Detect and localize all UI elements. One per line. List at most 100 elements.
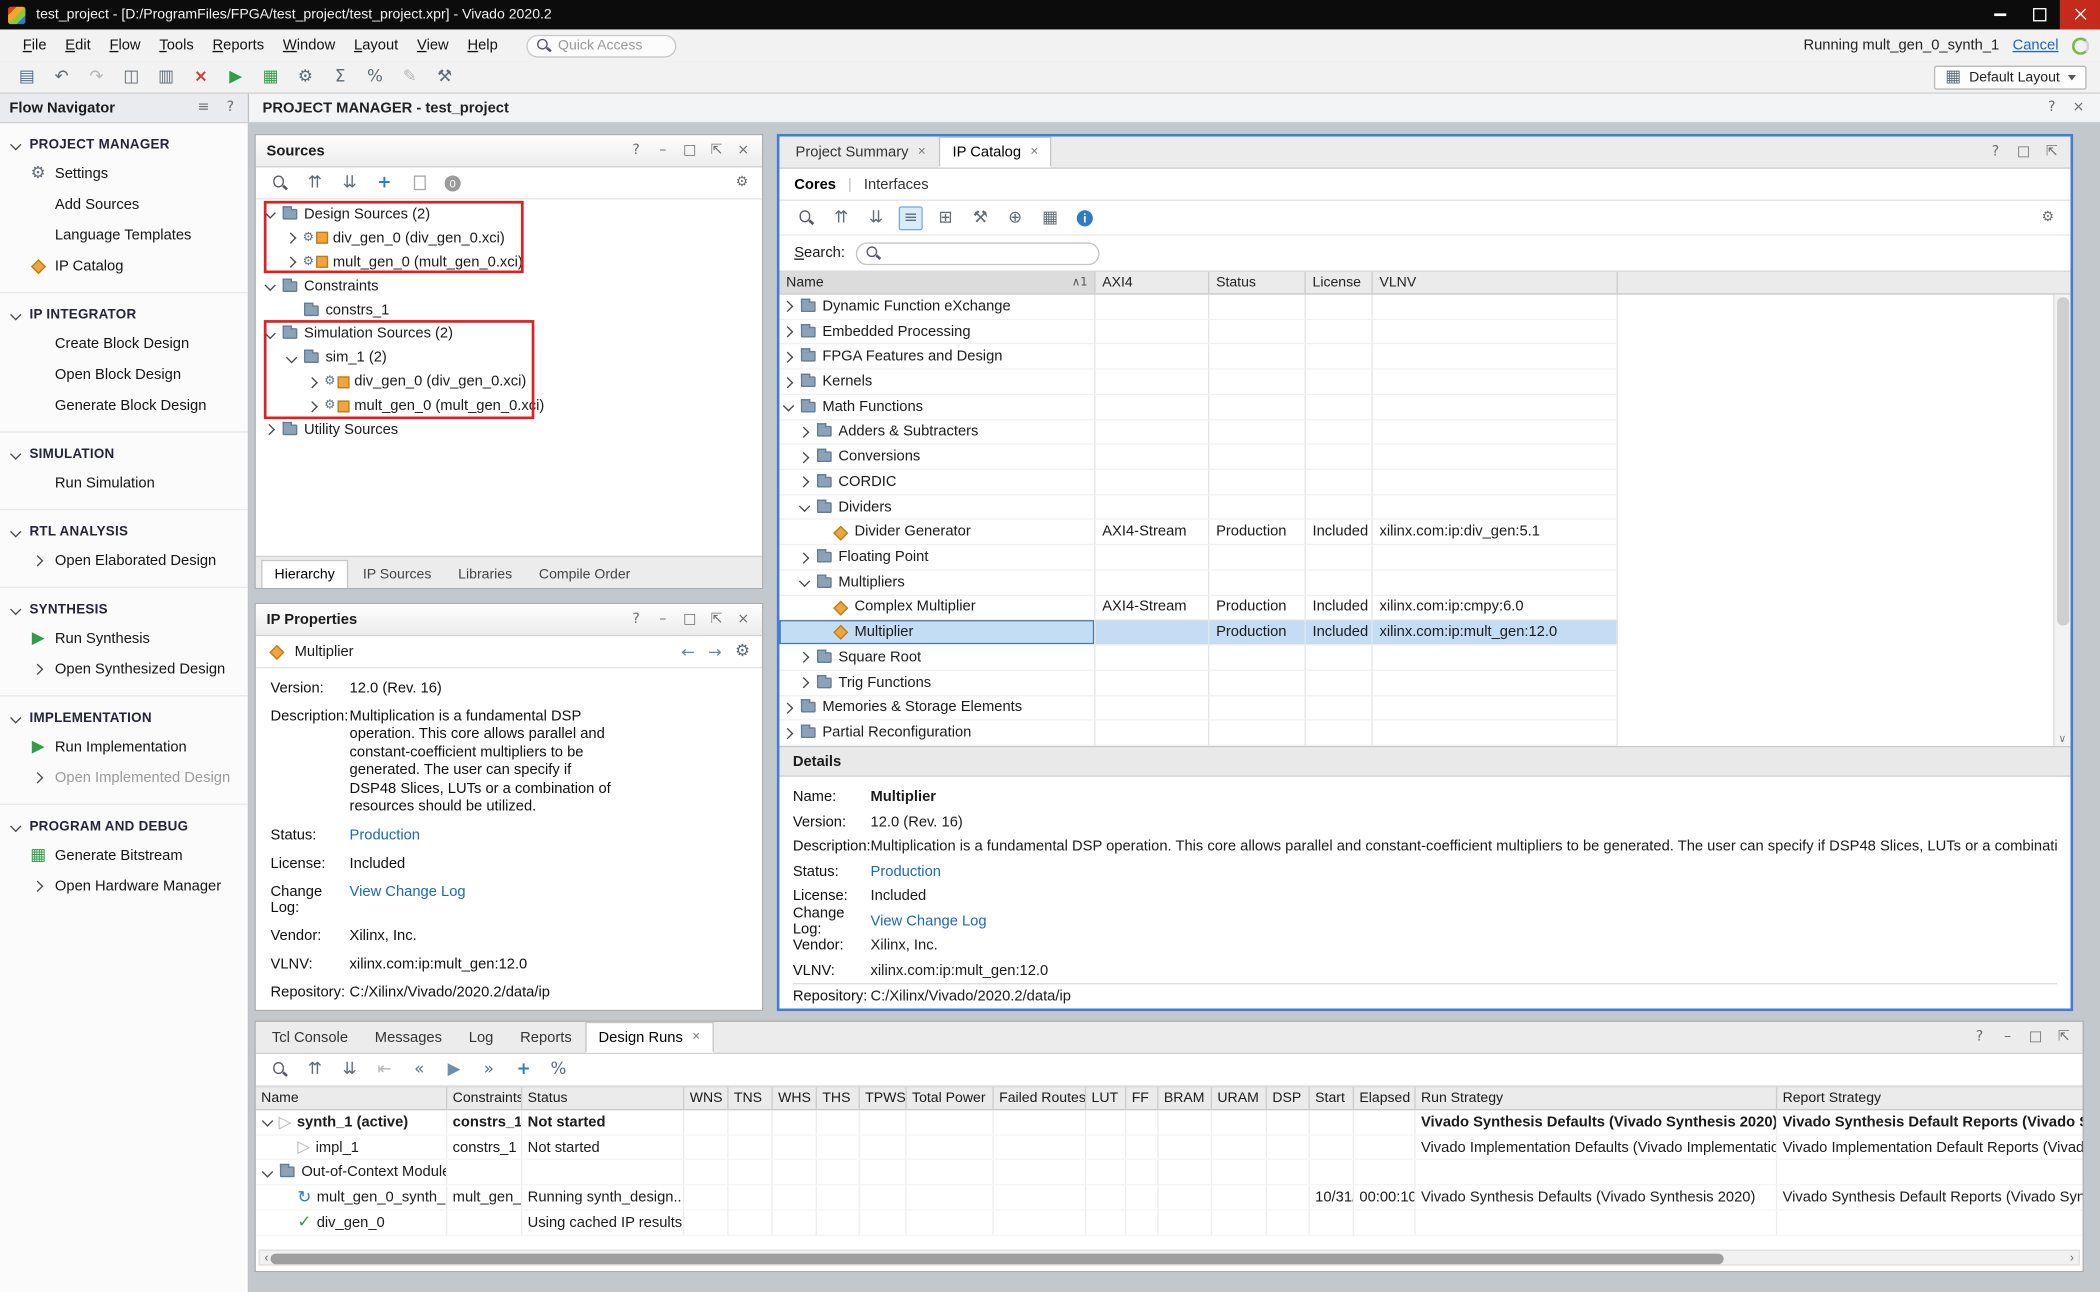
minimize-button[interactable]: – [655, 144, 671, 158]
close-tab-icon[interactable]: × [918, 145, 926, 160]
column-header-tns[interactable]: TNS [729, 1087, 773, 1108]
search-button[interactable] [268, 1057, 292, 1081]
tree-item-mult-gen-0-mult-gen-0-xci[interactable]: ⚙mult_gen_0 (mult_gen_0.xci) [256, 250, 762, 274]
add-button[interactable]: + [512, 1057, 536, 1081]
float-button[interactable]: ⇱ [708, 144, 724, 158]
chevron-collapsed-icon[interactable] [782, 376, 794, 388]
catalog-scrollbar[interactable]: ∨ [2053, 295, 2070, 746]
tree-item-constrs-1[interactable]: constrs_1 [256, 298, 762, 322]
scrollbar-thumb[interactable] [271, 1253, 1724, 1264]
column-header-constraints[interactable]: Constraints [447, 1087, 522, 1108]
save-button[interactable]: ▤ [11, 63, 43, 91]
catalog-row-partial-reconfiguration[interactable]: Partial Reconfiguration [779, 721, 2070, 746]
chevron-collapsed-icon[interactable] [798, 451, 810, 463]
minimize-button[interactable]: – [2000, 1030, 2016, 1044]
chevron-expanded-icon[interactable] [261, 1116, 273, 1128]
catalog-row-multiplier[interactable]: MultiplierProductionIncludedxilinx.com:i… [779, 621, 2070, 646]
catalog-row-memories-storage-elements[interactable]: Memories & Storage Elements [779, 696, 2070, 721]
catalog-row-dynamic-function-exchange[interactable]: Dynamic Function eXchange [779, 295, 2070, 320]
quick-access-input[interactable]: Quick Access [526, 34, 676, 57]
catalog-row-fpga-features-and-design[interactable]: FPGA Features and Design [779, 345, 2070, 370]
search-button[interactable] [268, 171, 292, 195]
flow-item-generate-block-design[interactable]: Generate Block Design [0, 390, 248, 421]
help-button[interactable]: ? [222, 101, 238, 115]
settings-button[interactable]: ⚙ [289, 63, 321, 91]
column-header-ths[interactable]: THS [817, 1087, 860, 1108]
flow-item-add-sources[interactable]: Add Sources [0, 189, 248, 220]
chevron-expanded-icon[interactable] [264, 328, 276, 340]
catalog-search-input[interactable] [856, 242, 1100, 265]
menu-flow[interactable]: Flow [100, 32, 150, 59]
chevron-expanded-icon[interactable] [798, 501, 810, 513]
menu-view[interactable]: View [408, 32, 458, 59]
flow-item-settings[interactable]: ⚙Settings [0, 158, 248, 189]
info-button[interactable]: i [1073, 206, 1097, 230]
chevron-collapsed-icon[interactable] [264, 424, 276, 436]
flow-item-generate-bitstream[interactable]: ▦Generate Bitstream [0, 840, 248, 871]
tab-log[interactable]: Log [455, 1022, 506, 1053]
subtab-cores[interactable]: Cores [794, 176, 836, 192]
flow-section-header[interactable]: IP INTEGRATOR [0, 301, 248, 328]
column-header-license[interactable]: License [1306, 272, 1373, 293]
chevron-collapsed-icon[interactable] [285, 232, 297, 244]
subtab-interfaces[interactable]: Interfaces [864, 176, 929, 192]
chevron-collapsed-icon[interactable] [798, 677, 810, 689]
chevron-collapsed-icon[interactable] [782, 326, 794, 338]
column-header-wns[interactable]: WNS [684, 1087, 728, 1108]
flow-item-create-block-design[interactable]: Create Block Design [0, 328, 248, 359]
scroll-right-icon[interactable]: › [2065, 1251, 2078, 1264]
expand-all-button[interactable]: ⇊ [337, 171, 361, 195]
chevron-expanded-icon[interactable] [798, 576, 810, 588]
maximize-button[interactable]: □ [682, 144, 698, 158]
column-header-bram[interactable]: BRAM [1158, 1087, 1212, 1108]
flow-item-run-simulation[interactable]: Run Simulation [0, 467, 248, 498]
run-row-mult-gen-0-synth-1[interactable]: ↻mult_gen_0_synth_1mult_gen_0Running syn… [256, 1185, 2083, 1210]
menu-button[interactable]: ≡ [196, 101, 212, 115]
step-first-button[interactable]: ⇤ [372, 1057, 396, 1081]
tab-reports[interactable]: Reports [507, 1022, 585, 1053]
run-row-div-gen-0[interactable]: ✓div_gen_0Using cached IP results [256, 1211, 2083, 1236]
chevron-collapsed-icon[interactable] [798, 476, 810, 488]
flow-item-open-synthesized-design[interactable]: Open Synthesized Design [0, 654, 248, 685]
tree-item-div-gen-0-div-gen-0-xci[interactable]: ⚙div_gen_0 (div_gen_0.xci) [256, 370, 762, 394]
column-header-vlnv[interactable]: VLNV [1373, 272, 1618, 293]
menu-layout[interactable]: Layout [345, 32, 408, 59]
run-row-out-of-context-module-runs[interactable]: Out-of-Context Module Runs [256, 1160, 2083, 1185]
step-forward-button[interactable]: » [477, 1057, 501, 1081]
column-header-elapsed[interactable]: Elapsed [1354, 1087, 1416, 1108]
file-button[interactable] [407, 171, 431, 195]
column-header-uram[interactable]: URAM [1212, 1087, 1267, 1108]
sources-tab-hierarchy[interactable]: Hierarchy [261, 560, 348, 589]
forward-button[interactable]: → [708, 642, 721, 661]
minimize-button[interactable] [1979, 0, 2019, 29]
catalog-row-multipliers[interactable]: Multipliers [779, 570, 2070, 595]
tree-item-sim-1-2[interactable]: sim_1 (2) [256, 346, 762, 370]
flow-section-header[interactable]: IMPLEMENTATION [0, 704, 248, 731]
flow-item-open-block-design[interactable]: Open Block Design [0, 359, 248, 390]
help-button[interactable]: ? [2044, 101, 2060, 115]
chevron-collapsed-icon[interactable] [285, 256, 297, 268]
help-button[interactable]: ? [1987, 145, 2003, 159]
close-button[interactable] [2060, 0, 2100, 29]
catalog-row-embedded-processing[interactable]: Embedded Processing [779, 320, 2070, 345]
percent-button[interactable]: % [546, 1057, 570, 1081]
catalog-row-math-functions[interactable]: Math Functions [779, 395, 2070, 420]
catalog-settings-button[interactable]: ⚙ [2040, 211, 2056, 225]
menu-reports[interactable]: Reports [203, 32, 273, 59]
copy-button[interactable]: ◫ [115, 63, 147, 91]
column-header-lut[interactable]: LUT [1086, 1087, 1126, 1108]
menu-file[interactable]: File [13, 32, 56, 59]
expand-all-button[interactable]: ⇊ [337, 1057, 361, 1081]
tree-item-div-gen-0-div-gen-0-xci[interactable]: ⚙div_gen_0 (div_gen_0.xci) [256, 226, 762, 250]
maximize-button[interactable] [2020, 0, 2060, 29]
catalog-row-divider-generator[interactable]: Divider GeneratorAXI4-StreamProductionIn… [779, 520, 2070, 545]
float-button[interactable]: ⇱ [2044, 145, 2060, 159]
group-by-hierarchy-button[interactable]: ≡ [899, 206, 923, 230]
menu-edit[interactable]: Edit [56, 32, 100, 59]
chevron-collapsed-icon[interactable] [798, 551, 810, 563]
chevron-expanded-icon[interactable] [9, 603, 21, 615]
float-button[interactable]: ⇱ [2056, 1030, 2072, 1044]
catalog-row-conversions[interactable]: Conversions [779, 445, 2070, 470]
collapse-all-button[interactable]: ⇈ [303, 1057, 327, 1081]
flow-section-header[interactable]: PROJECT MANAGER [0, 131, 248, 158]
